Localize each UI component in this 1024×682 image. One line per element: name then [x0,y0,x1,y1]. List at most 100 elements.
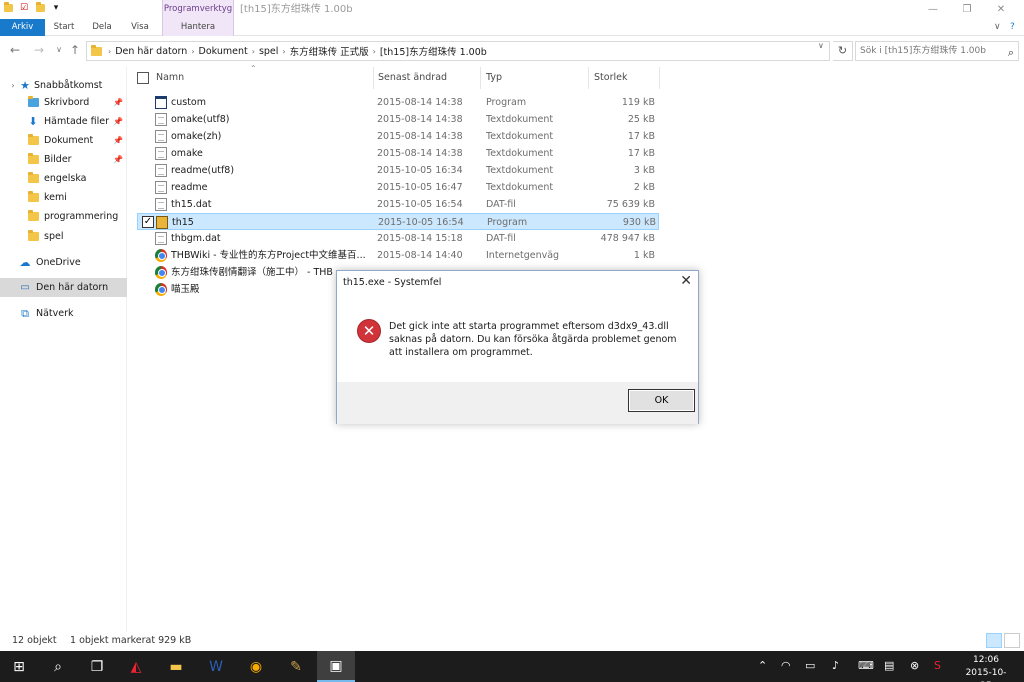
recent-dropdown-icon[interactable]: ∨ [52,43,66,57]
column-divider[interactable] [588,67,589,89]
breadcrumb-game-folder[interactable]: 东方绀珠传 正式版 [290,44,369,58]
sidebar-item-label: OneDrive [36,257,81,268]
search-icon[interactable]: ⌕ [39,651,77,682]
th15-taskbar-icon[interactable]: ▣ [317,651,355,682]
file-size: 17 kB [627,148,655,159]
chevron-right-icon: › [108,46,112,56]
table-row[interactable]: THBWiki - 专业性的东方Project中文维基百... 2015-08-1… [137,247,659,264]
ribbon-tabs: Arkiv Start Dela Visa Hantera ∨ ? [0,19,1024,36]
sidebar-item-this-pc[interactable]: ▭ Den här datorn [0,278,127,297]
acrobat-icon[interactable]: ◭ [117,651,155,682]
close-button[interactable]: ✕ [984,0,1018,19]
task-view-icon[interactable]: ❐ [78,651,116,682]
item-count: 12 objekt [12,635,57,646]
sidebar-item-documents[interactable]: Dokument 📌 [0,131,127,150]
sidebar-item-spel[interactable]: spel [0,227,127,246]
pin-icon[interactable]: 📌 [113,98,123,107]
sidebar-item-programmering[interactable]: programmering [0,207,127,226]
new-folder-icon[interactable] [34,2,46,14]
file-explorer-icon[interactable]: ▬ [157,651,195,682]
pin-icon[interactable]: 📌 [113,117,123,126]
close-circle-icon[interactable]: ⊗ [910,659,919,672]
word-icon[interactable]: W [197,651,235,682]
desktop-folder-icon [26,96,40,110]
table-row[interactable]: readme 2015-10-05 16:47 Textdokument 2 kB [137,179,659,196]
ok-button[interactable]: OK [628,389,695,412]
file-size: 478 947 kB [600,233,655,244]
table-row[interactable]: thbgm.dat 2015-08-14 15:18 DAT-fil 478 947 … [137,230,659,247]
breadcrumb-documents[interactable]: Dokument [199,46,248,57]
document-icon [155,130,167,143]
table-row[interactable]: readme(utf8) 2015-10-05 16:34 Textdokument… [137,162,659,179]
table-row[interactable]: omake(zh) 2015-08-14 14:38 Textdokument 17 … [137,128,659,145]
details-view-button[interactable] [986,633,1002,648]
file-date: 2015-10-05 16:54 [377,199,463,210]
column-divider[interactable] [373,67,374,89]
dialog-close-button[interactable]: ✕ [680,273,692,289]
chrome-shortcut-icon [155,283,167,296]
clock[interactable]: 12:06 2015-10-25 [962,651,1010,682]
address-bar[interactable]: › Den här datorn › Dokument › spel › 东方绀… [86,41,830,61]
column-header-name[interactable]: Namn [156,67,184,89]
table-row[interactable]: th15.dat 2015-10-05 16:54 DAT-fil 75 639 kB [137,196,659,213]
file-type: Textdokument [486,165,554,176]
forward-button[interactable]: → [32,43,46,57]
sogou-ime-icon[interactable]: S [934,659,941,672]
column-divider[interactable] [480,67,481,89]
expand-ribbon-icon[interactable]: ∨ [994,22,1001,32]
tab-dela[interactable]: Dela [86,19,118,36]
properties-icon[interactable]: ☑ [18,2,30,14]
sidebar-item-network[interactable]: ⧉ Nätverk [0,304,127,323]
qat-dropdown-icon[interactable]: ▾ [50,2,62,14]
maximize-button[interactable]: ❐ [950,0,984,19]
volume-icon[interactable]: ♪ [832,659,839,672]
pin-icon[interactable]: 📌 [113,155,123,164]
row-checkbox[interactable]: ✓ [142,216,154,228]
large-icons-view-button[interactable] [1004,633,1020,648]
minimize-button[interactable]: — [916,0,950,19]
keyboard-icon[interactable]: ⌨ [858,659,874,672]
breadcrumb-current[interactable]: [th15]东方绀珠传 1.00b [380,44,487,58]
select-all-checkbox[interactable] [137,72,149,84]
file-date: 2015-10-05 16:54 [378,217,464,228]
column-header-date[interactable]: Senast ändrad [378,67,447,89]
breadcrumb-this-pc[interactable]: Den här datorn [115,46,187,57]
battery-icon[interactable]: ▭ [805,659,815,672]
table-row[interactable]: omake(utf8) 2015-08-14 14:38 Textdokument 2… [137,111,659,128]
breadcrumb-spel[interactable]: spel [259,46,278,57]
table-row[interactable]: ✓ th15 2015-10-05 16:54 Program 930 kB [137,213,659,230]
sidebar-item-engelska[interactable]: engelska [0,169,127,188]
paint-icon[interactable]: ✎ [277,651,315,682]
search-input[interactable]: Sök i [th15]东方绀珠传 1.00b ⌕ [855,41,1019,61]
file-type: DAT-fil [486,199,516,210]
chrome-icon[interactable]: ◉ [237,651,275,682]
sidebar-item-skrivbord[interactable]: Skrivbord 📌 [0,93,127,112]
column-header-type[interactable]: Typ [486,67,502,89]
tab-start[interactable]: Start [48,19,80,36]
sidebar-item-onedrive[interactable]: ☁ OneDrive [0,253,127,272]
show-hidden-icons-icon[interactable]: ⌃ [758,659,767,672]
wifi-icon[interactable]: ◠ [781,659,791,672]
back-button[interactable]: ← [8,43,22,57]
tab-visa[interactable]: Visa [124,19,156,36]
title-bar: ☑ ▾ Programverktyg [th15]东方绀珠传 1.00b — ❐… [0,0,1024,19]
address-dropdown-icon[interactable]: ∨ [818,41,824,50]
table-row[interactable]: custom 2015-08-14 14:38 Program 119 kB [137,94,659,111]
table-row[interactable]: omake 2015-08-14 14:38 Textdokument 17 kB [137,145,659,162]
column-divider[interactable] [659,67,660,89]
start-button[interactable]: ⊞ [0,651,38,682]
refresh-button[interactable]: ↻ [833,41,853,61]
tab-arkiv[interactable]: Arkiv [0,19,45,36]
sidebar-item-kemi[interactable]: kemi [0,188,127,207]
folder-icon [91,44,102,56]
file-size: 17 kB [627,131,655,142]
tab-hantera[interactable]: Hantera [162,19,234,36]
pin-icon[interactable]: 📌 [113,136,123,145]
action-center-icon[interactable]: ▤ [884,659,894,672]
sidebar-item-downloads[interactable]: ⬇ Hämtade filer 📌 [0,112,127,131]
help-icon[interactable]: ? [1010,22,1015,32]
sidebar-item-pictures[interactable]: Bilder 📌 [0,150,127,169]
cloud-icon: ☁ [19,256,31,269]
column-header-size[interactable]: Storlek [594,67,627,89]
up-button[interactable]: ↑ [68,43,82,57]
